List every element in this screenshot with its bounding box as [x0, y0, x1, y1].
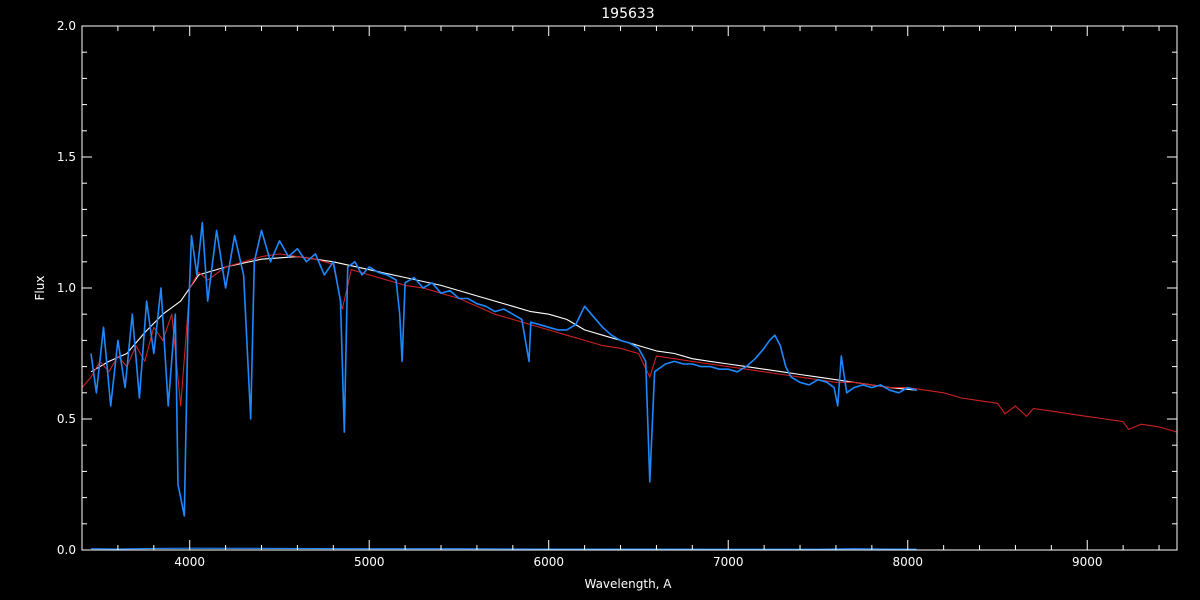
x-tick-label: 7000	[713, 555, 744, 569]
x-tick-label: 6000	[533, 555, 564, 569]
y-tick-label: 0.0	[57, 543, 76, 557]
y-axis-label: Flux	[33, 276, 47, 301]
y-tick-label: 0.5	[57, 412, 76, 426]
spectrum-chart: 195633 Wavelength, A Flux 4000 5000 6000 70…	[0, 0, 1200, 600]
y-tick-label: 1.0	[57, 281, 76, 295]
y-tick-label: 2.0	[57, 19, 76, 33]
x-tick-label: 9000	[1072, 555, 1103, 569]
y-tick-label: 1.5	[57, 150, 76, 164]
x-tick-label: 5000	[354, 555, 385, 569]
x-axis-label: Wavelength, A	[584, 577, 672, 591]
x-tick-label: 8000	[892, 555, 923, 569]
x-tick-label: 4000	[174, 555, 205, 569]
chart-background	[0, 0, 1200, 600]
chart-title: 195633	[601, 6, 654, 22]
